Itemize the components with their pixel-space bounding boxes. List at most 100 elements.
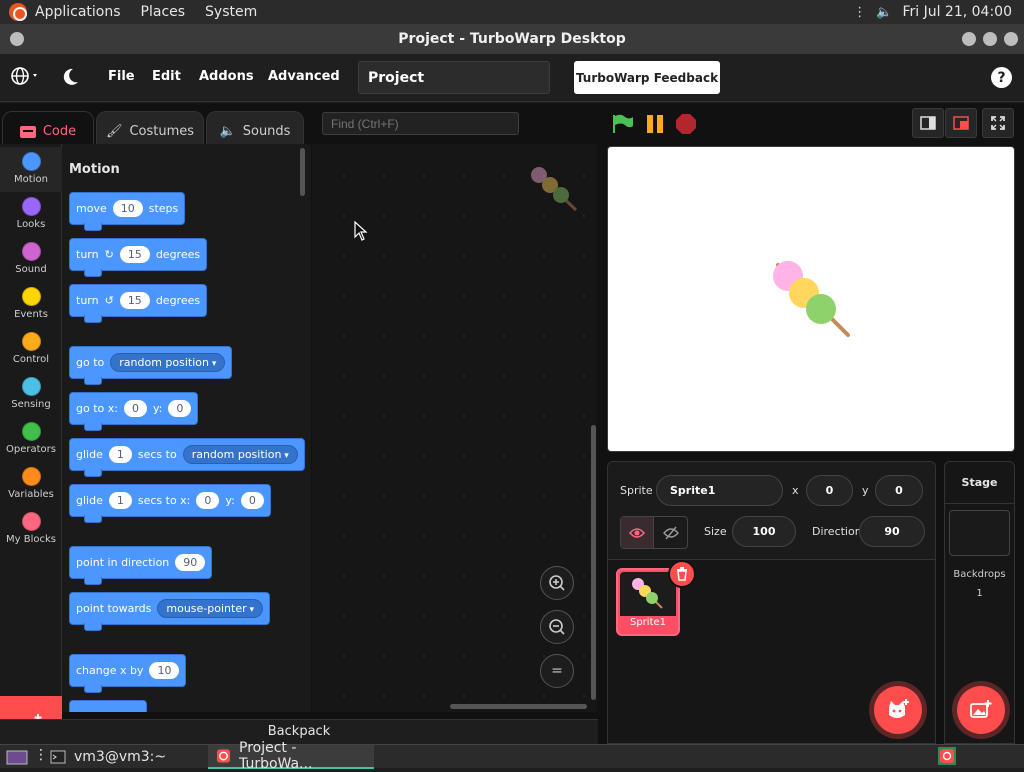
y-input[interactable]: 0: [240, 492, 264, 509]
find-input[interactable]: [322, 112, 519, 135]
more-vertical-icon[interactable]: ⋮: [853, 5, 866, 20]
block-glide-to-xy[interactable]: glide 1 secs to x: 0 y: 0: [69, 484, 271, 523]
block-point-towards[interactable]: point towards mouse-pointer: [69, 592, 270, 631]
addons-menu[interactable]: Addons: [199, 69, 254, 84]
small-stage-icon: [920, 116, 936, 130]
sprite-name-input[interactable]: Sprite1: [656, 475, 783, 506]
add-sprite-button[interactable]: [874, 686, 922, 734]
category-motion[interactable]: Motion: [0, 147, 62, 192]
target-dropdown[interactable]: random position: [182, 445, 298, 464]
show-sprite-button[interactable]: [621, 517, 655, 548]
x-label: x: [792, 484, 799, 497]
stage-canvas[interactable]: [607, 146, 1015, 452]
add-sprite-cat-icon: [889, 699, 909, 718]
target-dropdown[interactable]: random position: [110, 353, 226, 372]
project-title-input[interactable]: Project: [358, 61, 550, 94]
applications-menu[interactable]: Applications: [35, 4, 121, 20]
degrees-input[interactable]: 15: [119, 292, 150, 309]
block-go-to-xy[interactable]: go to x: 0 y: 0: [69, 392, 199, 431]
language-globe-icon[interactable]: [10, 65, 40, 92]
zoom-reset-button[interactable]: =: [540, 654, 574, 688]
stop-icon[interactable]: [676, 114, 696, 134]
zoom-in-icon: [549, 575, 565, 591]
secs-input[interactable]: 1: [108, 446, 132, 463]
x-input[interactable]: 0: [806, 475, 853, 506]
stage-selector[interactable]: Stage Backdrops 1: [944, 461, 1015, 744]
minimize-button[interactable]: [962, 32, 976, 46]
zoom-out-button[interactable]: [540, 610, 574, 644]
change-x-input[interactable]: 10: [149, 662, 180, 679]
block-point-in-direction[interactable]: point in direction 90: [69, 546, 213, 585]
pause-icon[interactable]: [645, 114, 665, 134]
ubuntu-logo-icon[interactable]: [9, 3, 27, 21]
block-move-steps[interactable]: move 10 steps: [69, 192, 186, 231]
clock[interactable]: Fri Jul 21, 04:00: [902, 4, 1012, 20]
category-label: Operators: [6, 444, 56, 455]
feedback-button[interactable]: TurboWarp Feedback: [574, 61, 720, 94]
y-input[interactable]: 0: [875, 475, 923, 506]
direction-input[interactable]: 90: [859, 516, 925, 547]
task-terminal[interactable]: vm3@vm3:~: [42, 745, 206, 769]
direction-input[interactable]: 90: [175, 554, 206, 571]
places-menu[interactable]: Places: [141, 4, 186, 20]
category-sensing[interactable]: Sensing: [0, 372, 62, 417]
category-looks[interactable]: Looks: [0, 192, 62, 237]
workspace-horizontal-scrollbar[interactable]: [450, 704, 587, 709]
category-sound[interactable]: Sound: [0, 237, 62, 282]
backdrops-label: Backdrops: [953, 569, 1006, 580]
small-stage-button[interactable]: [912, 108, 944, 138]
mouse-cursor-icon: [354, 221, 368, 241]
block-turn-right[interactable]: turn ↻ 15 degrees: [69, 238, 208, 277]
script-workspace[interactable]: =: [312, 144, 597, 712]
block-glide-to[interactable]: glide 1 secs to random position: [69, 438, 305, 477]
looks-dot-icon: [21, 197, 41, 216]
brush-icon: 🖌: [105, 124, 123, 139]
close-window-button[interactable]: [1004, 32, 1018, 46]
turbowarp-app-icon: [216, 749, 231, 763]
block-change-x[interactable]: change x by 10: [69, 654, 187, 693]
y-input[interactable]: 0: [168, 400, 192, 417]
zoom-in-button[interactable]: [540, 566, 574, 600]
block-go-to[interactable]: go to random position: [69, 346, 233, 385]
palette-scrollbar[interactable]: [300, 148, 305, 196]
block-text: y:: [225, 494, 235, 507]
hide-sprite-button[interactable]: [654, 517, 687, 548]
target-dropdown[interactable]: mouse-pointer: [157, 599, 263, 618]
delete-sprite-button[interactable]: [668, 560, 696, 588]
sprite-tile[interactable]: Sprite1: [616, 560, 696, 636]
block-set-x[interactable]: [69, 700, 147, 712]
size-input[interactable]: 100: [732, 516, 796, 547]
green-flag-icon[interactable]: [612, 114, 634, 134]
dark-mode-moon-icon[interactable]: [62, 67, 80, 91]
system-menu[interactable]: System: [205, 4, 257, 20]
category-my-blocks[interactable]: My Blocks: [0, 507, 62, 552]
edit-menu[interactable]: Edit: [152, 69, 181, 84]
maximize-button[interactable]: [983, 32, 997, 46]
rotate-left-icon: ↺: [104, 294, 114, 307]
eye-off-icon: [662, 526, 679, 539]
tray-turbowarp-icon[interactable]: [938, 747, 956, 769]
steps-input[interactable]: 10: [112, 200, 143, 217]
block-turn-left[interactable]: turn ↺ 15 degrees: [69, 284, 208, 323]
secs-input[interactable]: 1: [108, 492, 132, 509]
show-desktop-button[interactable]: [2, 745, 32, 769]
category-events[interactable]: Events: [0, 282, 62, 327]
category-control[interactable]: Control: [0, 327, 62, 372]
workspace-vertical-scrollbar[interactable]: [591, 425, 596, 700]
large-stage-button[interactable]: [945, 108, 977, 138]
category-operators[interactable]: Operators: [0, 417, 62, 462]
category-variables[interactable]: Variables: [0, 462, 62, 507]
degrees-input[interactable]: 15: [119, 246, 150, 263]
file-menu[interactable]: File: [108, 69, 135, 84]
x-input[interactable]: 0: [123, 400, 147, 417]
fullscreen-button[interactable]: [982, 108, 1014, 138]
volume-icon[interactable]: 🔈: [876, 5, 892, 20]
advanced-menu[interactable]: Advanced: [268, 69, 340, 84]
x-input[interactable]: 0: [196, 492, 220, 509]
help-button[interactable]: ?: [991, 67, 1012, 88]
window-menu-button[interactable]: [10, 32, 24, 46]
add-backdrop-button[interactable]: [957, 686, 1005, 734]
task-turbowarp[interactable]: Project - TurboWa...: [208, 740, 374, 772]
stage-thumbnail[interactable]: [949, 510, 1010, 556]
block-text: turn: [76, 248, 99, 261]
